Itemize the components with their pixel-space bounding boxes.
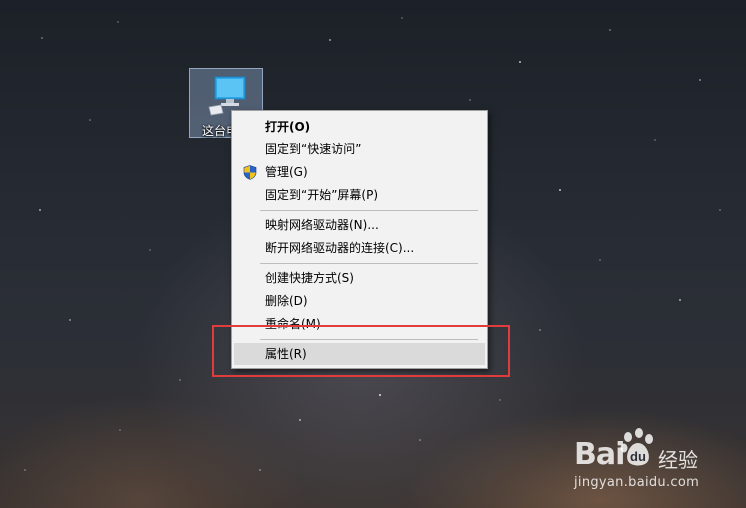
- menu-separator: [260, 263, 478, 264]
- menu-item-label: 固定到“开始”屏幕(P): [265, 188, 379, 202]
- annotation-highlight-box: [212, 325, 510, 377]
- watermark-brand-left: Bai: [574, 437, 625, 472]
- menu-item-label: 创建快捷方式(S): [265, 271, 354, 285]
- paw-icon: du: [620, 428, 653, 466]
- menu-item-label: 固定到“快速访问”: [265, 142, 362, 156]
- menu-item-label: 映射网络驱动器(N)...: [265, 218, 379, 232]
- menu-item-label: 管理(G): [265, 165, 308, 179]
- menu-item-map-network-drive[interactable]: 映射网络驱动器(N)...: [234, 214, 485, 236]
- menu-separator: [260, 210, 478, 211]
- baidu-jingyan-watermark: Bai du 经验 jingyan.baidu.com: [570, 425, 740, 500]
- watermark-brand-right: 经验: [658, 448, 698, 472]
- menu-item-label: 断开网络驱动器的连接(C)...: [265, 241, 415, 255]
- menu-item-open[interactable]: 打开(O): [234, 116, 485, 138]
- watermark-url: jingyan.baidu.com: [574, 475, 700, 490]
- uac-shield-icon: [243, 165, 257, 180]
- menu-item-pin-start[interactable]: 固定到“开始”屏幕(P): [234, 184, 485, 206]
- menu-item-label: 打开(O): [265, 120, 311, 134]
- menu-item-disconnect-network-drive[interactable]: 断开网络驱动器的连接(C)...: [234, 237, 485, 259]
- menu-item-create-shortcut[interactable]: 创建快捷方式(S): [234, 267, 485, 289]
- menu-item-delete[interactable]: 删除(D): [234, 290, 485, 312]
- menu-item-pin-quick-access[interactable]: 固定到“快速访问”: [234, 138, 485, 160]
- svg-text:du: du: [630, 449, 646, 464]
- menu-item-manage[interactable]: 管理(G): [234, 161, 485, 183]
- menu-item-label: 删除(D): [265, 294, 308, 308]
